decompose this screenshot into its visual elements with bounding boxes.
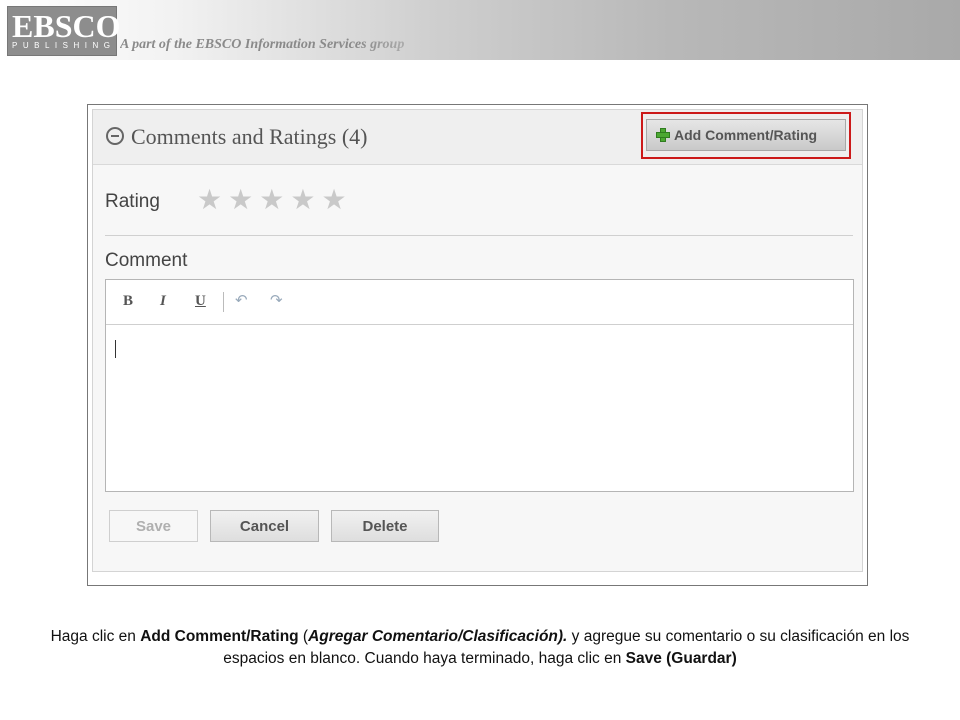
redo-icon[interactable]: ↷ — [270, 292, 283, 310]
text-caret — [115, 340, 116, 358]
undo-icon[interactable]: ↶ — [235, 292, 248, 310]
comment-label: Comment — [105, 250, 188, 271]
star-icon-5[interactable]: ★ — [321, 185, 346, 215]
bold-button[interactable]: B — [123, 292, 133, 310]
italic-button[interactable]: I — [160, 292, 166, 310]
star-icon-1[interactable]: ★ — [197, 185, 222, 215]
caption-emphasis: Add Comment/Rating — [140, 628, 299, 645]
caption-emphasis: Save (Guardar) — [625, 650, 737, 667]
plus-icon — [656, 128, 670, 142]
panel-content: Rating ★ ★ ★ ★ ★ Comment B I U ↶ ↷ Save … — [93, 165, 862, 571]
star-icon-3[interactable]: ★ — [259, 185, 284, 215]
ebsco-logo: EBSCO PUBLISHING — [7, 6, 121, 56]
instruction-caption: Haga clic en Add Comment/Rating (Agregar… — [20, 626, 940, 670]
caption-text: ( — [298, 628, 309, 645]
comments-panel: Comments and Ratings (4) Add Comment/Rat… — [92, 109, 863, 572]
add-button-label: Add Comment/Rating — [674, 127, 818, 143]
toolbar-separator — [223, 292, 224, 312]
star-icon-4[interactable]: ★ — [290, 185, 315, 215]
tagline: A part of the EBSCO Information Services… — [120, 37, 405, 52]
editor-toolbar: B I U ↶ ↷ — [106, 280, 853, 325]
caption-text: Haga clic en — [50, 628, 141, 645]
delete-button[interactable]: Delete — [331, 510, 439, 542]
panel-header: Comments and Ratings (4) Add Comment/Rat… — [93, 110, 862, 165]
collapse-icon[interactable] — [106, 127, 124, 145]
underline-button[interactable]: U — [195, 292, 206, 310]
save-button[interactable]: Save — [109, 510, 198, 542]
add-comment-rating-button[interactable]: Add Comment/Rating — [646, 119, 846, 151]
divider — [105, 235, 853, 236]
logo-text: EBSCO — [12, 8, 121, 44]
screenshot-frame: Comments and Ratings (4) Add Comment/Rat… — [87, 104, 868, 586]
logo-subtext: PUBLISHING — [12, 41, 116, 50]
comment-editor: B I U ↶ ↷ — [105, 279, 854, 492]
star-icon-2[interactable]: ★ — [228, 185, 253, 215]
header-banner: EBSCO PUBLISHING A part of the EBSCO Inf… — [0, 0, 960, 60]
star-rating: ★ ★ ★ ★ ★ — [197, 185, 347, 215]
comment-input[interactable] — [106, 325, 853, 491]
rating-label: Rating — [105, 191, 160, 212]
panel-title: Comments and Ratings (4) — [131, 124, 368, 149]
cancel-button[interactable]: Cancel — [210, 510, 319, 542]
caption-translation: Agregar Comentario/Clasificación). — [308, 628, 568, 645]
